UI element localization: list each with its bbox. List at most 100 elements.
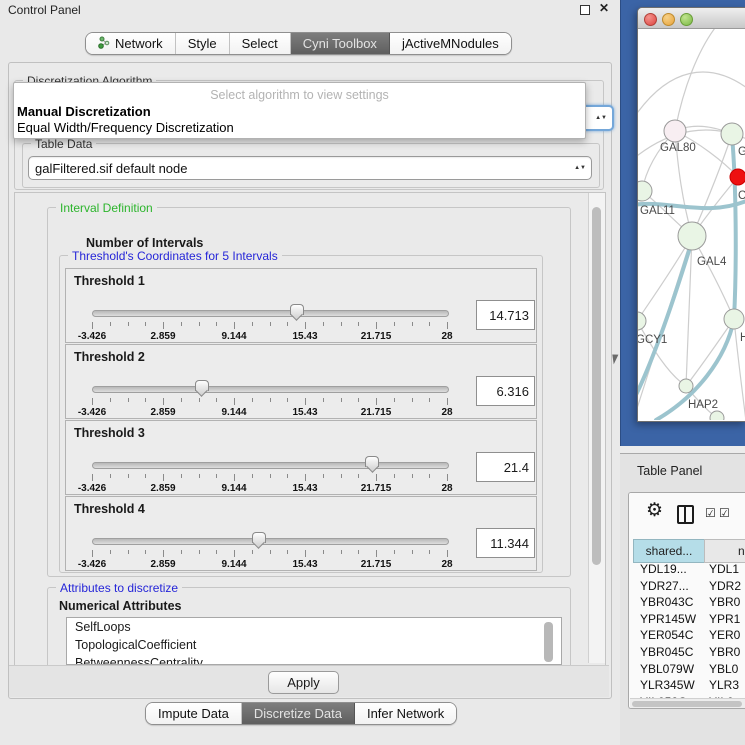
node-label-gal80: GAL80 xyxy=(660,142,696,154)
node-gal4[interactable] xyxy=(678,222,706,250)
node-right-mid[interactable] xyxy=(724,309,744,329)
node-label-partial-ga: GA xyxy=(738,146,745,158)
threshold-1-value-field[interactable]: 14.713 xyxy=(476,300,535,330)
table-row[interactable]: YBR043CYBR0 xyxy=(633,595,745,612)
combo-arrows-icon: ▲▼ xyxy=(595,116,607,121)
mouse-cursor xyxy=(612,354,619,365)
threshold-label: Threshold 4 xyxy=(74,502,145,516)
tab-label: Network xyxy=(115,36,163,51)
slider-ticks xyxy=(92,550,447,558)
combo-arrows-icon: ▲▼ xyxy=(574,166,586,171)
tab-network[interactable]: Network xyxy=(86,33,176,54)
settings-vertical-scrollbar[interactable] xyxy=(588,193,605,663)
table-row[interactable]: YBR045CYBR0 xyxy=(633,645,745,662)
scrollbar-thumb[interactable] xyxy=(592,207,601,565)
tab-jactivemnodules[interactable]: jActiveMNodules xyxy=(390,33,511,54)
threshold-4-value-field[interactable]: 11.344 xyxy=(476,528,535,558)
node-hap2[interactable] xyxy=(679,379,693,393)
network-view-window: GAL80 GA C GAL11 GAL4 GCY1 H HAP2 xyxy=(637,7,745,422)
threshold-3-panel: Threshold 3 -3.426 2.859 9.144 15.43 21.… xyxy=(65,420,537,495)
close-icon[interactable]: ✕ xyxy=(599,1,609,15)
node-label-partial-c: C xyxy=(738,190,745,202)
threshold-4-slider[interactable]: -3.426 2.859 9.144 15.43 21.715 28 xyxy=(92,533,447,569)
table-panel-titlebar: Table Panel xyxy=(620,453,745,487)
group-title: Table Data xyxy=(31,137,96,151)
slider-handle[interactable] xyxy=(195,380,209,397)
algorithm-dropdown-popup: Select algorithm to view settings Manual… xyxy=(13,82,586,139)
list-item[interactable]: TopologicalCoefficient xyxy=(67,636,561,654)
dropdown-option-manual-discretization[interactable]: Manual Discretization xyxy=(17,104,151,119)
node-red-selected[interactable] xyxy=(730,169,745,185)
scrollbar-thumb[interactable] xyxy=(632,701,742,707)
node-label-gcy1: GCY1 xyxy=(638,334,667,346)
slider-track[interactable] xyxy=(92,386,449,393)
threshold-3-slider[interactable]: -3.426 2.859 9.144 15.43 21.715 28 xyxy=(92,457,447,493)
checkbox-icon[interactable]: ☑ xyxy=(705,506,716,520)
slider-handle[interactable] xyxy=(290,304,304,321)
dropdown-option-equal-width-frequency[interactable]: Equal Width/Frequency Discretization xyxy=(17,120,234,135)
table-header-row: shared... n... xyxy=(629,539,745,561)
table-panel: ⚙ ☑ ☑ shared... n... YDL19...YDL1 YDR27.… xyxy=(620,486,745,745)
tab-cyni-toolbox[interactable]: Cyni Toolbox xyxy=(291,33,390,54)
table-row[interactable]: YDL19...YDL1 xyxy=(633,562,745,579)
list-scrollbar[interactable] xyxy=(544,622,553,662)
threshold-3-value-field[interactable]: 21.4 xyxy=(476,452,535,482)
close-traffic-light[interactable] xyxy=(644,13,657,26)
tab-select[interactable]: Select xyxy=(230,33,291,54)
slider-track[interactable] xyxy=(92,310,449,317)
threshold-1-slider[interactable]: -3.426 2.859 9.144 15.43 21.715 28 xyxy=(92,305,447,341)
table-row[interactable]: YER054CYER0 xyxy=(633,628,745,645)
slider-ticks xyxy=(92,322,447,330)
gear-icon[interactable]: ⚙ xyxy=(646,499,663,522)
list-item[interactable]: BetweennessCentrality xyxy=(67,654,561,665)
node-gal80[interactable] xyxy=(664,120,686,142)
column-header-shared-name[interactable]: shared... xyxy=(633,539,705,563)
slider-handle[interactable] xyxy=(365,456,379,473)
cyni-mode-tabbar: Impute Data Discretize Data Infer Networ… xyxy=(145,702,457,725)
table-row[interactable]: YLR345WYLR3 xyxy=(633,678,745,695)
node-gcy1[interactable] xyxy=(638,312,646,330)
node-label-gal4: GAL4 xyxy=(697,256,727,268)
table-row[interactable]: YBL079WYBL0 xyxy=(633,662,745,679)
number-of-intervals-label: Number of Intervals xyxy=(86,236,203,250)
threshold-2-panel: Threshold 2 -3.426 2.859 9.144 15.43 21.… xyxy=(65,344,537,419)
slider-track[interactable] xyxy=(92,462,449,469)
threshold-2-slider[interactable]: -3.426 2.859 9.144 15.43 21.715 28 xyxy=(92,381,447,417)
node-label-hap2: HAP2 xyxy=(688,399,718,411)
control-panel-tabbar: Network Style Select Cyni Toolbox jActiv… xyxy=(85,32,512,55)
slider-track[interactable] xyxy=(92,538,449,545)
table-toolbar: ⚙ ☑ ☑ xyxy=(629,493,745,535)
columns-icon[interactable] xyxy=(677,505,694,524)
network-canvas[interactable]: GAL80 GA C GAL11 GAL4 GCY1 H HAP2 xyxy=(638,29,745,420)
screenshot: Control Panel ✕ Network Style Select Cyn… xyxy=(0,0,745,745)
table-horizontal-scrollbar[interactable] xyxy=(630,698,745,708)
group-title: Interval Definition xyxy=(56,201,157,215)
threshold-2-value-field[interactable]: 6.316 xyxy=(476,376,535,406)
zoom-traffic-light[interactable] xyxy=(680,13,693,26)
tab-impute-data[interactable]: Impute Data xyxy=(146,703,242,724)
threshold-label: Threshold 1 xyxy=(74,274,145,288)
node-top-right[interactable] xyxy=(721,123,743,145)
column-header-name[interactable]: n... xyxy=(704,539,745,563)
tab-discretize-data[interactable]: Discretize Data xyxy=(242,703,355,724)
table-row[interactable]: YDR27...YDR2 xyxy=(633,579,745,596)
apply-button[interactable]: Apply xyxy=(268,671,339,694)
threshold-4-panel: Threshold 4 -3.426 2.859 9.144 15.43 21.… xyxy=(65,496,537,571)
checkbox-icon[interactable]: ☑ xyxy=(719,506,730,520)
table-data-combobox[interactable]: galFiltered.sif default node ▲▼ xyxy=(28,156,592,180)
node-bottom[interactable] xyxy=(710,411,724,420)
list-item[interactable]: SelfLoops xyxy=(67,618,561,636)
threshold-label: Threshold 2 xyxy=(74,350,145,364)
dropdown-prompt: Select algorithm to view settings xyxy=(14,88,585,102)
numerical-attributes-list[interactable]: SelfLoops TopologicalCoefficient Between… xyxy=(66,617,562,665)
numerical-attributes-label: Numerical Attributes xyxy=(59,599,181,613)
tab-infer-network[interactable]: Infer Network xyxy=(355,703,456,724)
node-label-partial-h: H xyxy=(740,332,745,344)
slider-handle[interactable] xyxy=(252,532,266,549)
threshold-1-panel: Threshold 1 -3.426 2.859 9.144 15.43 21.… xyxy=(65,268,537,343)
tab-style[interactable]: Style xyxy=(176,33,230,54)
float-window-icon[interactable] xyxy=(580,5,590,15)
network-window-titlebar[interactable] xyxy=(638,8,745,29)
table-row[interactable]: YPR145WYPR1 xyxy=(633,612,745,629)
minimize-traffic-light[interactable] xyxy=(662,13,675,26)
